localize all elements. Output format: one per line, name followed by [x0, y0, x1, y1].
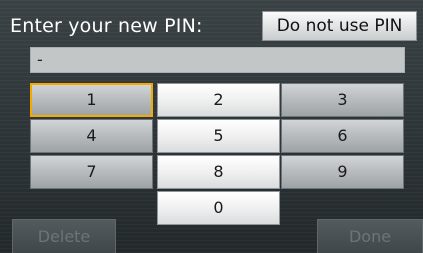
key-6-button[interactable]: 6: [281, 119, 404, 153]
do-not-use-pin-button[interactable]: Do not use PIN: [262, 11, 417, 41]
pin-entry-screen: Enter your new PIN: Do not use PIN - 123…: [0, 0, 423, 253]
key-0-button[interactable]: 0: [157, 191, 280, 225]
pin-prompt-title: Enter your new PIN:: [10, 15, 203, 37]
key-2-button[interactable]: 2: [157, 83, 280, 117]
key-5-button[interactable]: 5: [157, 119, 280, 153]
key-7-button[interactable]: 7: [30, 155, 153, 189]
key-8-button[interactable]: 8: [157, 155, 280, 189]
delete-button[interactable]: Delete: [12, 219, 116, 253]
key-3-button[interactable]: 3: [281, 83, 404, 117]
pin-input-field[interactable]: -: [30, 47, 405, 73]
key-4-button[interactable]: 4: [30, 119, 153, 153]
key-1-button[interactable]: 1: [30, 83, 153, 117]
key-9-button[interactable]: 9: [281, 155, 404, 189]
done-button[interactable]: Done: [317, 219, 423, 253]
